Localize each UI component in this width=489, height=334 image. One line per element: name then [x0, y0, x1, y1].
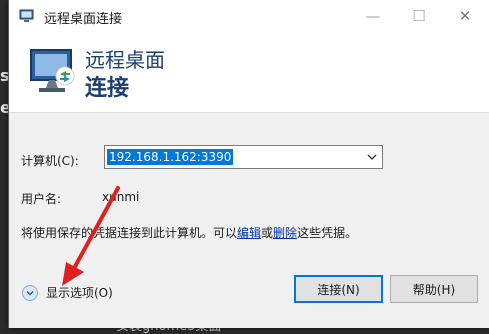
window-title: 远程桌面连接: [44, 12, 123, 27]
delete-credentials-link[interactable]: 删除: [273, 226, 297, 240]
edit-credentials-link[interactable]: 编辑: [237, 226, 261, 240]
info-text-prefix: 将使用保存的凭据连接到此计算机。可以: [21, 226, 238, 240]
minimize-button[interactable]: —: [350, 0, 396, 32]
help-button[interactable]: 帮助(H): [390, 275, 478, 303]
remote-desktop-app-icon: [19, 9, 34, 22]
maximize-button[interactable]: ☐: [396, 0, 442, 32]
title-bar[interactable]: 远程桌面连接 — ☐ ✕: [9, 0, 489, 32]
show-options-label[interactable]: 显示选项(O): [46, 284, 113, 301]
computer-label: 计算机(C):: [21, 154, 79, 168]
computer-combobox[interactable]: 192.168.1.162:3390: [104, 145, 383, 169]
username-label: 用户名:: [21, 192, 62, 206]
chevron-down-icon[interactable]: [366, 150, 378, 164]
header-divider: [9, 112, 489, 113]
header-title-line2: 连接: [85, 76, 130, 101]
info-text-suffix: 这些凭据。: [297, 226, 358, 240]
info-text-or: 或: [261, 226, 274, 240]
credentials-info-text: 将使用保存的凭据连接到此计算机。可以编辑或删除这些凭据。: [21, 224, 481, 241]
connect-button[interactable]: 连接(N): [294, 275, 383, 303]
show-options-toggle[interactable]: 显示选项(O): [22, 284, 113, 301]
dialog-header: 远程桌面 连接: [9, 32, 489, 112]
expand-chevron-icon[interactable]: [22, 284, 38, 301]
remote-desktop-dialog: 远程桌面连接 — ☐ ✕ 远程桌面 连接 计算机(C): 192.168.1.1…: [8, 0, 489, 328]
username-value: xunmi: [102, 190, 140, 204]
close-button[interactable]: ✕: [442, 0, 488, 32]
computer-input-value[interactable]: 192.168.1.162:3390: [107, 149, 234, 165]
header-title-line1: 远程桌面: [85, 48, 165, 72]
remote-desktop-monitor-icon: [30, 49, 75, 92]
